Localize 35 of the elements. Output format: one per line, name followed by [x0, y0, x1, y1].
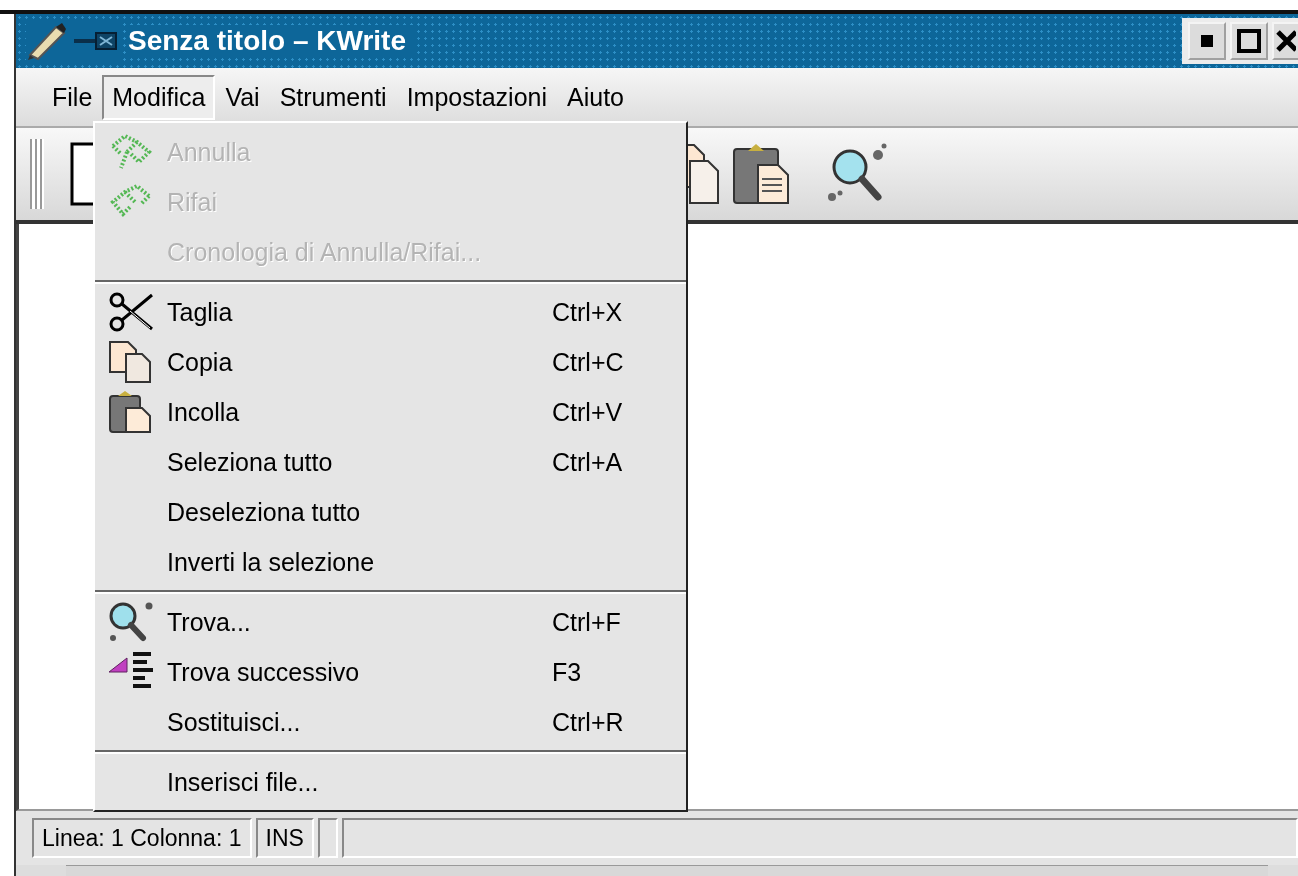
menu-entry[interactable]: Trova successivo F3	[95, 647, 686, 697]
menu-entry[interactable]: Inserisci file...	[95, 757, 686, 807]
undo-arrow-icon	[109, 132, 153, 172]
scissors-icon	[108, 291, 154, 333]
clipboard-icon[interactable]	[732, 143, 790, 205]
menu-item[interactable]: Vai	[215, 74, 270, 120]
menu-entry[interactable]: Inverti la selezione	[95, 537, 686, 587]
pen-app-icon	[26, 21, 68, 61]
menu-entry[interactable]: Deseleziona tutto	[95, 487, 686, 537]
menu-item[interactable]: Impostazioni	[396, 74, 557, 120]
clipboard-icon	[108, 390, 154, 434]
status-field: INS	[255, 818, 314, 858]
menu-item[interactable]: Aiuto	[557, 74, 634, 120]
minimize-icon	[1201, 35, 1213, 47]
window-title: Senza titolo – KWrite	[128, 25, 414, 57]
menu-item[interactable]: Strumenti	[269, 74, 397, 120]
menu-entry[interactable]: Incolla Ctrl+V	[95, 387, 686, 437]
copy-pages-icon	[108, 340, 154, 384]
horizontal-scrollbar[interactable]	[66, 865, 1268, 876]
menu-item[interactable]: File	[42, 74, 103, 120]
menu-item[interactable]: Modifica	[102, 74, 216, 120]
toolbar-grip[interactable]	[30, 139, 44, 209]
menu-entry[interactable]: Taglia Ctrl+X	[95, 287, 686, 337]
status-field: Linea: 1 Colonna: 1	[32, 818, 252, 858]
minimize-button[interactable]	[1188, 22, 1226, 60]
menu-entry[interactable]: Copia Ctrl+C	[95, 337, 686, 387]
maximize-button[interactable]	[1230, 22, 1268, 60]
maximize-icon	[1237, 29, 1261, 53]
close-button[interactable]	[1272, 22, 1298, 60]
status-field	[317, 818, 338, 858]
menu-entry[interactable]: Trova... Ctrl+F	[95, 597, 686, 647]
menu-entry[interactable]: Sostituisci... Ctrl+R	[95, 697, 686, 747]
close-icon	[1276, 29, 1296, 53]
magnifier-icon	[107, 600, 155, 644]
menu-entry[interactable]: Seleziona tutto Ctrl+A	[95, 437, 686, 487]
